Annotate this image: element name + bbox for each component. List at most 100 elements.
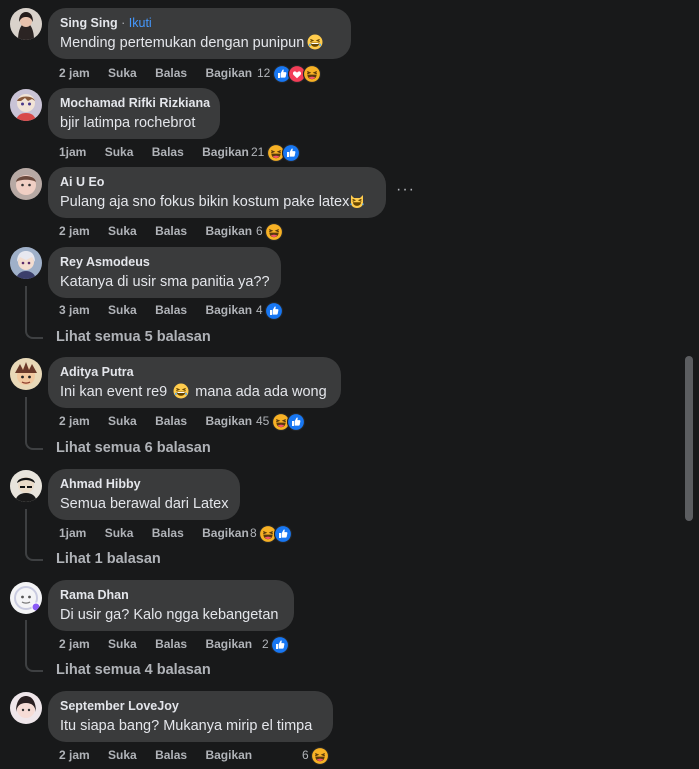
haha-reaction-icon xyxy=(265,223,283,241)
view-replies-link[interactable]: Lihat semua 6 balasan xyxy=(56,438,211,458)
like-button[interactable]: Suka xyxy=(105,526,134,540)
comment-bubble: Rey Asmodeus Katanya di usir sma panitia… xyxy=(48,247,281,298)
author-name[interactable]: September LoveJoy xyxy=(60,699,321,714)
like-button[interactable]: Suka xyxy=(108,303,137,317)
reaction-summary[interactable]: 6 xyxy=(302,746,329,764)
reaction-count: 8 xyxy=(250,526,257,540)
comment-text-content: Mending pertemukan dengan punipun xyxy=(60,35,305,51)
comment-text: bjir latimpa rochebrot xyxy=(60,115,196,131)
author-name[interactable]: Aditya Putra xyxy=(60,365,329,380)
thread-connector xyxy=(25,397,43,450)
comment-actions: 3 jam Suka Balas Bagikan xyxy=(59,301,267,319)
comment-bubble: Sing Sing · Ikuti Mending pertemukan den… xyxy=(48,8,351,59)
like-button[interactable]: Suka xyxy=(108,66,137,80)
reply-button[interactable]: Balas xyxy=(152,526,184,540)
thread-connector xyxy=(25,620,43,672)
author-name[interactable]: Mochamad Rifki Rizkiana xyxy=(60,96,210,111)
share-button[interactable]: Bagikan xyxy=(205,414,252,428)
view-replies-link[interactable]: Lihat semua 5 balasan xyxy=(56,327,211,347)
share-button[interactable]: Bagikan xyxy=(202,145,249,159)
author-name[interactable]: Rama Dhan xyxy=(60,588,282,603)
reaction-count: 45 xyxy=(256,414,270,428)
reaction-summary[interactable]: 8 xyxy=(250,524,292,542)
reaction-summary[interactable]: 2 xyxy=(262,635,289,653)
author-name[interactable]: Ai U Eo xyxy=(60,175,374,190)
reply-button[interactable]: Balas xyxy=(155,637,187,651)
reply-button[interactable]: Balas xyxy=(152,145,184,159)
avatar[interactable] xyxy=(10,470,42,502)
follow-link[interactable]: Ikuti xyxy=(129,16,152,30)
reaction-summary[interactable]: 12 xyxy=(257,64,321,82)
comment-actions: 1jam Suka Balas Bagikan xyxy=(59,143,264,161)
comment-text: Di usir ga? Kalo ngga kebangetan xyxy=(60,607,279,623)
reaction-count: 6 xyxy=(302,748,309,762)
share-button[interactable]: Bagikan xyxy=(205,748,252,762)
comment-text: Ini kan event re9 mana ada ada wong xyxy=(60,382,329,402)
comment-bubble: Aditya Putra Ini kan event re9 mana ada … xyxy=(48,357,341,408)
like-button[interactable]: Suka xyxy=(105,145,134,159)
timestamp[interactable]: 1jam xyxy=(59,526,86,540)
comment-bubble: Ai U Eo Pulang aja sno fokus bikin kostu… xyxy=(48,167,386,218)
timestamp[interactable]: 2 jam xyxy=(59,66,90,80)
comment-text-part: mana ada ada wong xyxy=(195,384,327,400)
avatar[interactable] xyxy=(10,247,42,279)
comment-actions: 2 jam Suka Balas Bagikan xyxy=(59,412,267,430)
like-button[interactable]: Suka xyxy=(108,414,137,428)
avatar[interactable] xyxy=(10,358,42,390)
view-replies-link[interactable]: Lihat semua 4 balasan xyxy=(56,660,211,680)
comment-text: Semua berawal dari Latex xyxy=(60,496,229,512)
thread-connector xyxy=(25,509,43,561)
share-button[interactable]: Bagikan xyxy=(205,224,252,238)
share-button[interactable]: Bagikan xyxy=(202,526,249,540)
author-name[interactable]: Sing Sing xyxy=(60,16,118,30)
comment-text: Mending pertemukan dengan punipun xyxy=(60,33,339,53)
reaction-summary[interactable]: 6 xyxy=(256,222,283,240)
reaction-summary[interactable]: 45 xyxy=(256,412,305,430)
reply-button[interactable]: Balas xyxy=(155,303,187,317)
comment-text-content: Pulang aja sno fokus bikin kostum pake l… xyxy=(60,194,350,210)
avatar[interactable] xyxy=(10,582,42,614)
like-button[interactable]: Suka xyxy=(108,224,137,238)
timestamp[interactable]: 2 jam xyxy=(59,224,90,238)
timestamp[interactable]: 3 jam xyxy=(59,303,90,317)
author-name[interactable]: Ahmad Hibby xyxy=(60,477,228,492)
avatar[interactable] xyxy=(10,168,42,200)
reply-button[interactable]: Balas xyxy=(155,414,187,428)
timestamp[interactable]: 2 jam xyxy=(59,414,90,428)
comment-bubble: Ahmad Hibby Semua berawal dari Latex xyxy=(48,469,240,520)
reply-button[interactable]: Balas xyxy=(155,748,187,762)
share-button[interactable]: Bagikan xyxy=(205,66,252,80)
avatar[interactable] xyxy=(10,8,42,40)
reaction-count: 4 xyxy=(256,303,263,317)
comment-actions: 2 jam Suka Balas Bagikan xyxy=(59,222,267,240)
reaction-summary[interactable]: 4 xyxy=(256,301,283,319)
comment-text: Itu siapa bang? Mukanya mirip el timpa xyxy=(60,718,313,734)
share-button[interactable]: Bagikan xyxy=(205,637,252,651)
view-replies-link[interactable]: Lihat 1 balasan xyxy=(56,549,161,569)
comment-text-part: Ini kan event re9 xyxy=(60,384,168,400)
author-name[interactable]: Rey Asmodeus xyxy=(60,255,269,270)
timestamp[interactable]: 2 jam xyxy=(59,637,90,651)
like-reaction-icon xyxy=(282,144,300,162)
timestamp[interactable]: 1jam xyxy=(59,145,86,159)
share-button[interactable]: Bagikan xyxy=(205,303,252,317)
timestamp[interactable]: 2 jam xyxy=(59,748,90,762)
comment-text: Pulang aja sno fokus bikin kostum pake l… xyxy=(60,192,374,212)
reply-button[interactable]: Balas xyxy=(155,66,187,80)
like-reaction-icon xyxy=(271,636,289,654)
reaction-count: 21 xyxy=(251,145,265,159)
more-options-button[interactable]: ··· xyxy=(396,182,414,201)
comment-actions: 2 jam Suka Balas Bagikan xyxy=(59,635,267,653)
comment-bubble: Mochamad Rifki Rizkiana bjir latimpa roc… xyxy=(48,88,220,139)
like-reaction-icon xyxy=(265,302,283,320)
comment-text: Katanya di usir sma panitia ya?? xyxy=(60,274,270,290)
separator: · xyxy=(121,16,126,30)
avatar[interactable] xyxy=(10,89,42,121)
scrollbar-thumb[interactable] xyxy=(685,356,693,521)
reaction-summary[interactable]: 21 xyxy=(251,143,300,161)
avatar[interactable] xyxy=(10,692,42,724)
like-button[interactable]: Suka xyxy=(108,637,137,651)
reply-button[interactable]: Balas xyxy=(155,224,187,238)
like-button[interactable]: Suka xyxy=(108,748,137,762)
like-reaction-icon xyxy=(274,525,292,543)
